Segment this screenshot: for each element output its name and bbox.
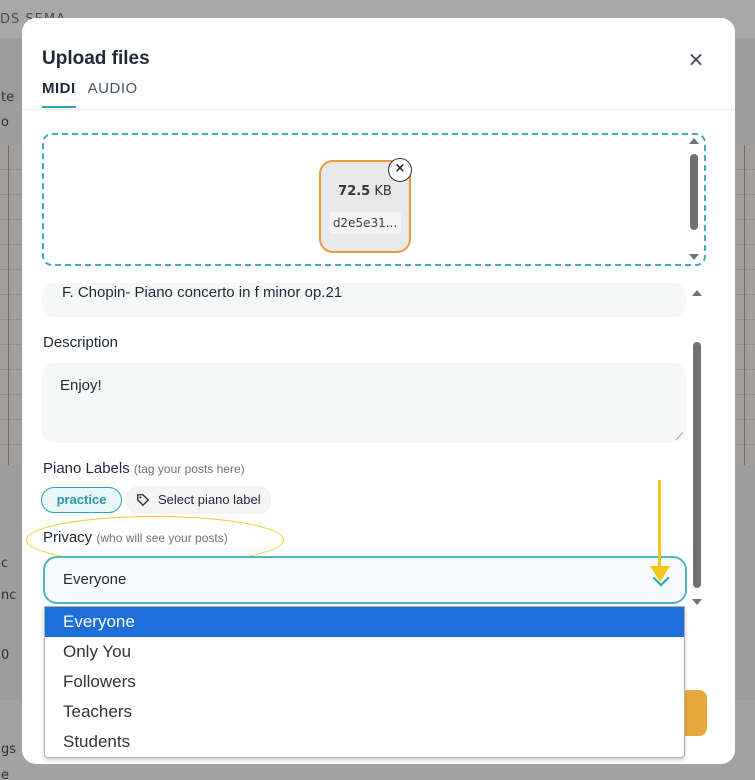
privacy-option[interactable]: Everyone: [45, 607, 684, 637]
scroll-up-icon[interactable]: [692, 290, 702, 296]
background-side-text: c: [1, 556, 9, 571]
background-side-text: gs: [1, 742, 17, 757]
privacy-option[interactable]: Students: [45, 727, 684, 757]
privacy-hint: (who will see your posts): [96, 531, 228, 545]
privacy-option[interactable]: Followers: [45, 667, 684, 697]
file-size-unit: KB: [374, 184, 392, 199]
tab-midi[interactable]: MIDI: [42, 80, 76, 108]
dropzone-scrollbar[interactable]: [687, 138, 701, 260]
description-label: Description: [43, 334, 119, 351]
scroll-thumb[interactable]: [690, 154, 698, 230]
file-size: 72.5 KB: [321, 184, 409, 199]
title-input[interactable]: F. Chopin- Piano concerto in f minor op.…: [42, 283, 686, 317]
background-side-text: 0: [1, 648, 10, 663]
background-side-text: te: [1, 90, 15, 105]
scroll-down-icon[interactable]: [692, 599, 702, 605]
submit-button[interactable]: [685, 690, 707, 736]
scroll-thumb[interactable]: [693, 342, 701, 588]
upload-tabs: MIDI AUDIO: [42, 80, 138, 110]
description-textarea[interactable]: Enjoy!: [42, 363, 686, 443]
file-name: d2e5e31...: [329, 212, 401, 234]
close-icon[interactable]: ×: [685, 48, 707, 70]
tabs-divider: [22, 109, 735, 110]
privacy-option[interactable]: Teachers: [45, 697, 684, 727]
tab-audio[interactable]: AUDIO: [88, 80, 138, 108]
privacy-title: Privacy (who will see your posts): [43, 529, 228, 546]
label-chip[interactable]: practice: [41, 487, 122, 513]
piano-labels-title: Piano Labels (tag your posts here): [43, 460, 245, 477]
down-arrow-annotation-head: [650, 566, 670, 582]
down-arrow-annotation: [658, 480, 661, 568]
background-side-text: e: [1, 768, 9, 780]
privacy-text: Privacy: [43, 529, 93, 546]
scroll-down-icon[interactable]: [689, 254, 699, 260]
background-side-text: o: [1, 115, 9, 130]
file-size-value: 72.5: [338, 184, 371, 199]
background-divider: [744, 145, 745, 465]
modal-title: Upload files: [42, 48, 150, 69]
privacy-select-value: Everyone: [63, 571, 127, 588]
resize-handle-icon[interactable]: ⟋: [676, 432, 683, 443]
piano-labels-text: Piano Labels: [43, 460, 130, 477]
privacy-options-list: Everyone Only You Followers Teachers Stu…: [44, 606, 685, 758]
scroll-up-icon[interactable]: [689, 138, 699, 144]
background-side-text: nc: [1, 588, 17, 603]
select-piano-label-text: Select piano label: [158, 492, 261, 507]
piano-labels-hint: (tag your posts here): [133, 462, 245, 476]
form-scrollbar[interactable]: [690, 290, 704, 605]
privacy-select[interactable]: Everyone: [43, 556, 687, 604]
select-piano-label-button[interactable]: Select piano label: [126, 486, 271, 514]
tag-icon: [137, 494, 150, 507]
upload-modal: Upload files × MIDI AUDIO 72.5 KB d2e5e3…: [22, 18, 735, 764]
remove-file-icon[interactable]: ×: [388, 158, 412, 182]
background-divider: [8, 145, 9, 465]
privacy-option[interactable]: Only You: [45, 637, 684, 667]
